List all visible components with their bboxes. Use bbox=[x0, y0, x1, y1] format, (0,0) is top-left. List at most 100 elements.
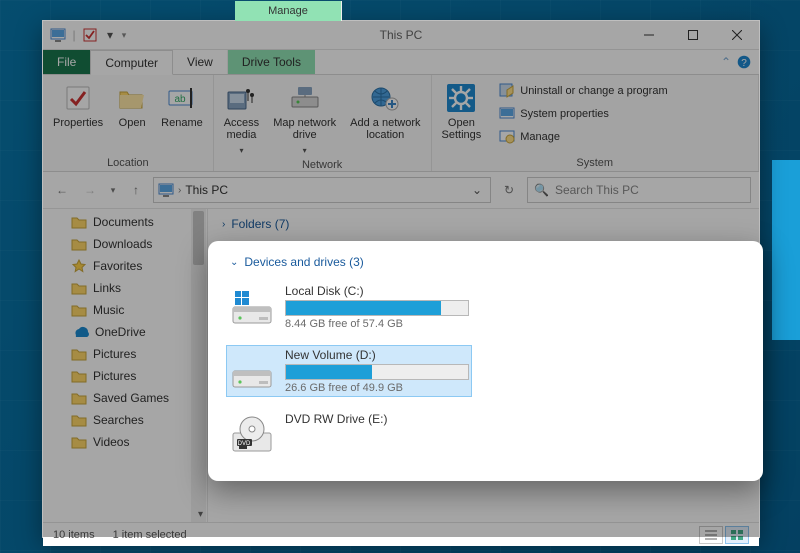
ribbon-context-caption: Manage bbox=[235, 1, 342, 21]
nav-item-favorites[interactable]: Favorites bbox=[43, 255, 207, 277]
qat-thispc-icon[interactable] bbox=[47, 24, 69, 46]
nav-item-onedrive[interactable]: OneDrive bbox=[43, 321, 207, 343]
add-network-icon bbox=[370, 83, 400, 113]
title-bar: | ▾ ▾ Manage This PC bbox=[43, 21, 759, 50]
breadcrumb-text[interactable]: This PC bbox=[185, 183, 228, 197]
nav-item-searches[interactable]: Searches bbox=[43, 409, 207, 431]
tab-drive-tools[interactable]: Drive Tools bbox=[228, 50, 315, 74]
properties-icon bbox=[63, 83, 93, 113]
nav-item-icon bbox=[71, 391, 87, 405]
nav-scrollbar[interactable]: ▾ bbox=[191, 209, 206, 522]
drive-icon bbox=[229, 348, 275, 394]
drive-item[interactable]: New Volume (D:)26.6 GB free of 49.9 GB bbox=[226, 345, 472, 397]
qat-properties-icon[interactable] bbox=[79, 24, 101, 46]
folders-group-header[interactable]: › Folders (7) bbox=[218, 215, 755, 233]
nav-back-button[interactable]: ← bbox=[51, 179, 73, 201]
explorer-window: | ▾ ▾ Manage This PC File Computer View … bbox=[42, 20, 760, 538]
ribbon-caption-system: System bbox=[436, 155, 755, 171]
drive-icon: DVD bbox=[229, 412, 275, 458]
nav-item-label: Searches bbox=[93, 413, 144, 427]
nav-item-label: Videos bbox=[93, 435, 129, 449]
nav-item-icon bbox=[71, 303, 87, 317]
nav-item-label: Pictures bbox=[93, 347, 136, 361]
nav-forward-button[interactable]: → bbox=[79, 179, 101, 201]
breadcrumb-bar[interactable]: › This PC ⌄ bbox=[153, 177, 491, 203]
search-input[interactable]: 🔍 Search This PC bbox=[527, 177, 751, 203]
nav-item-documents[interactable]: Documents bbox=[43, 211, 207, 233]
nav-item-icon bbox=[71, 347, 87, 361]
ribbon: Properties Open abRename Location Access… bbox=[43, 75, 759, 172]
nav-item-downloads[interactable]: Downloads bbox=[43, 233, 207, 255]
map-network-drive-button[interactable]: Map network drive▾ bbox=[267, 79, 342, 157]
nav-item-icon bbox=[71, 215, 87, 229]
scrollbar-thumb[interactable] bbox=[193, 211, 204, 265]
add-network-location-button[interactable]: Add a network location bbox=[344, 79, 426, 157]
nav-item-pictures[interactable]: Pictures bbox=[43, 343, 207, 365]
usage-bar bbox=[285, 300, 469, 316]
nav-item-icon bbox=[71, 326, 89, 338]
qat-dropdown-icon[interactable]: ▾ bbox=[103, 24, 117, 46]
minimize-button[interactable] bbox=[627, 21, 671, 49]
ribbon-right: ⌃ ? bbox=[721, 50, 759, 74]
svg-text:ab: ab bbox=[174, 94, 186, 105]
scrollbar-down-arrow[interactable]: ▾ bbox=[198, 509, 203, 520]
address-bar: ← → ▾ ↑ › This PC ⌄ ↻ 🔍 Search This PC bbox=[43, 172, 759, 209]
svg-text:DVD: DVD bbox=[238, 441, 251, 447]
manage-button[interactable]: Manage bbox=[493, 127, 673, 147]
settings-gear-icon bbox=[446, 83, 476, 113]
content-pane: › Folders (7) ⌄ Devices and drives (3) L… bbox=[208, 209, 759, 522]
system-side-buttons: Uninstall or change a program System pro… bbox=[493, 79, 673, 155]
usage-bar bbox=[285, 364, 469, 380]
properties-button[interactable]: Properties bbox=[47, 79, 109, 155]
nav-item-label: OneDrive bbox=[95, 325, 146, 339]
nav-item-label: Links bbox=[93, 281, 121, 295]
nav-history-dropdown[interactable]: ▾ bbox=[107, 179, 119, 201]
help-icon[interactable]: ? bbox=[737, 55, 751, 69]
nav-item-saved-games[interactable]: Saved Games bbox=[43, 387, 207, 409]
manage-icon bbox=[499, 130, 515, 144]
ribbon-caption-location: Location bbox=[47, 155, 209, 171]
status-selection-count: 1 item selected bbox=[113, 529, 187, 541]
view-icons-button[interactable] bbox=[725, 526, 749, 544]
ribbon-caret-icon[interactable]: ⌃ bbox=[721, 55, 731, 69]
nav-item-videos[interactable]: Videos bbox=[43, 431, 207, 453]
navigation-pane: Documents Downloads Favorites Links Music One… bbox=[43, 209, 208, 522]
ribbon-tabs: File Computer View Drive Tools ⌃ ? bbox=[43, 50, 759, 75]
drive-free-text: 26.6 GB free of 49.9 GB bbox=[285, 382, 469, 394]
breadcrumb-dropdown-icon[interactable]: ⌄ bbox=[468, 183, 486, 197]
chevron-down-icon: ⌄ bbox=[230, 257, 238, 268]
nav-item-icon bbox=[71, 435, 87, 449]
view-details-button[interactable] bbox=[699, 526, 723, 544]
tab-file[interactable]: File bbox=[43, 50, 90, 74]
chevron-right-icon: › bbox=[222, 219, 225, 230]
nav-item-links[interactable]: Links bbox=[43, 277, 207, 299]
nav-item-music[interactable]: Music bbox=[43, 299, 207, 321]
quick-access-toolbar: | ▾ ▾ bbox=[43, 21, 129, 49]
nav-item-label: Music bbox=[93, 303, 124, 317]
nav-item-icon bbox=[71, 237, 87, 251]
nav-item-pictures[interactable]: Pictures bbox=[43, 365, 207, 387]
tab-computer[interactable]: Computer bbox=[90, 50, 173, 75]
nav-item-label: Downloads bbox=[93, 237, 152, 251]
nav-item-label: Pictures bbox=[93, 369, 136, 383]
qat-overflow-icon[interactable]: ▾ bbox=[119, 24, 129, 46]
drive-item[interactable]: DVDDVD RW Drive (E:) bbox=[226, 409, 472, 461]
access-media-button[interactable]: Access media▾ bbox=[218, 79, 265, 157]
uninstall-button[interactable]: Uninstall or change a program bbox=[493, 81, 673, 101]
status-bar: 10 items 1 item selected bbox=[43, 522, 759, 546]
drive-item[interactable]: Local Disk (C:)8.44 GB free of 57.4 GB bbox=[226, 281, 472, 333]
tab-view[interactable]: View bbox=[173, 50, 228, 74]
open-settings-button[interactable]: Open Settings bbox=[436, 79, 488, 155]
rename-button[interactable]: abRename bbox=[155, 79, 209, 155]
nav-item-label: Documents bbox=[93, 215, 154, 229]
maximize-button[interactable] bbox=[671, 21, 715, 49]
refresh-button[interactable]: ↻ bbox=[497, 178, 521, 202]
uninstall-icon bbox=[499, 83, 515, 99]
open-folder-icon bbox=[117, 83, 147, 113]
desktop: | ▾ ▾ Manage This PC File Computer View … bbox=[0, 0, 800, 553]
close-button[interactable] bbox=[715, 21, 759, 49]
open-button[interactable]: Open bbox=[111, 79, 153, 155]
system-properties-button[interactable]: System properties bbox=[493, 104, 673, 124]
nav-up-button[interactable]: ↑ bbox=[125, 179, 147, 201]
devices-group-header[interactable]: ⌄ Devices and drives (3) bbox=[226, 253, 745, 271]
